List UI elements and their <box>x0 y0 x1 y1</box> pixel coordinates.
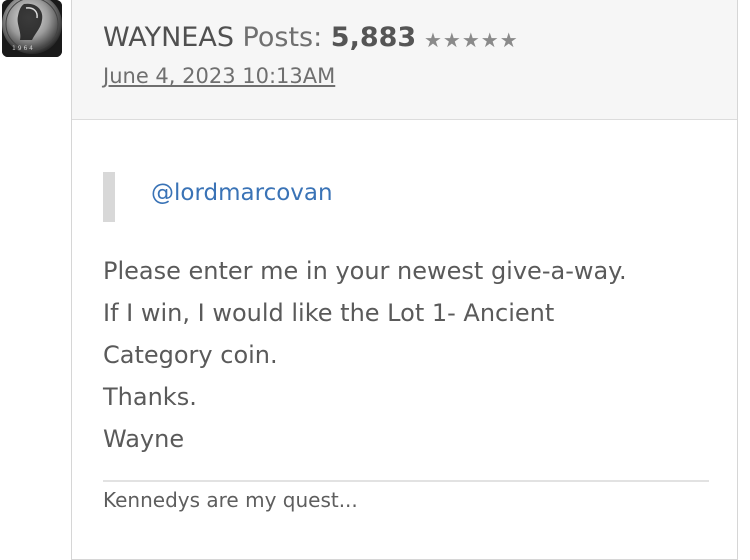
posts-count: 5,883 <box>330 22 417 53</box>
post-body-line: Category coin. <box>103 341 278 369</box>
post-body-line: If I win, I would like the Lot 1- Ancien… <box>103 299 555 327</box>
post-header: WAYNEAS Posts: 5,883 ★★★★★ June 4, 2023 … <box>72 0 737 120</box>
post-body-line: Thanks. <box>103 383 197 411</box>
signature-divider <box>103 480 709 482</box>
quote-block: @lordmarcovan <box>103 172 333 222</box>
signature: Kennedys are my quest... <box>103 488 358 512</box>
avatar[interactable]: 1 9 6 4 <box>2 0 62 57</box>
post-body-line: Please enter me in your newest give-a-wa… <box>103 257 627 285</box>
forum-post: WAYNEAS Posts: 5,883 ★★★★★ June 4, 2023 … <box>71 0 738 560</box>
posts-label: Posts: <box>242 22 323 53</box>
author-line: WAYNEAS Posts: 5,883 <box>103 22 416 53</box>
rating-stars: ★★★★★ <box>424 28 519 52</box>
coin-avatar-icon: 1 9 6 4 <box>2 0 62 57</box>
quote-mention-link[interactable]: @lordmarcovan <box>151 180 333 206</box>
svg-text:1 9 6 4: 1 9 6 4 <box>12 45 33 52</box>
post-body: Please enter me in your newest give-a-wa… <box>103 250 703 460</box>
author-name[interactable]: WAYNEAS <box>103 22 234 53</box>
post-date-link[interactable]: June 4, 2023 10:13AM <box>103 64 335 88</box>
post-body-line: Wayne <box>103 425 185 453</box>
